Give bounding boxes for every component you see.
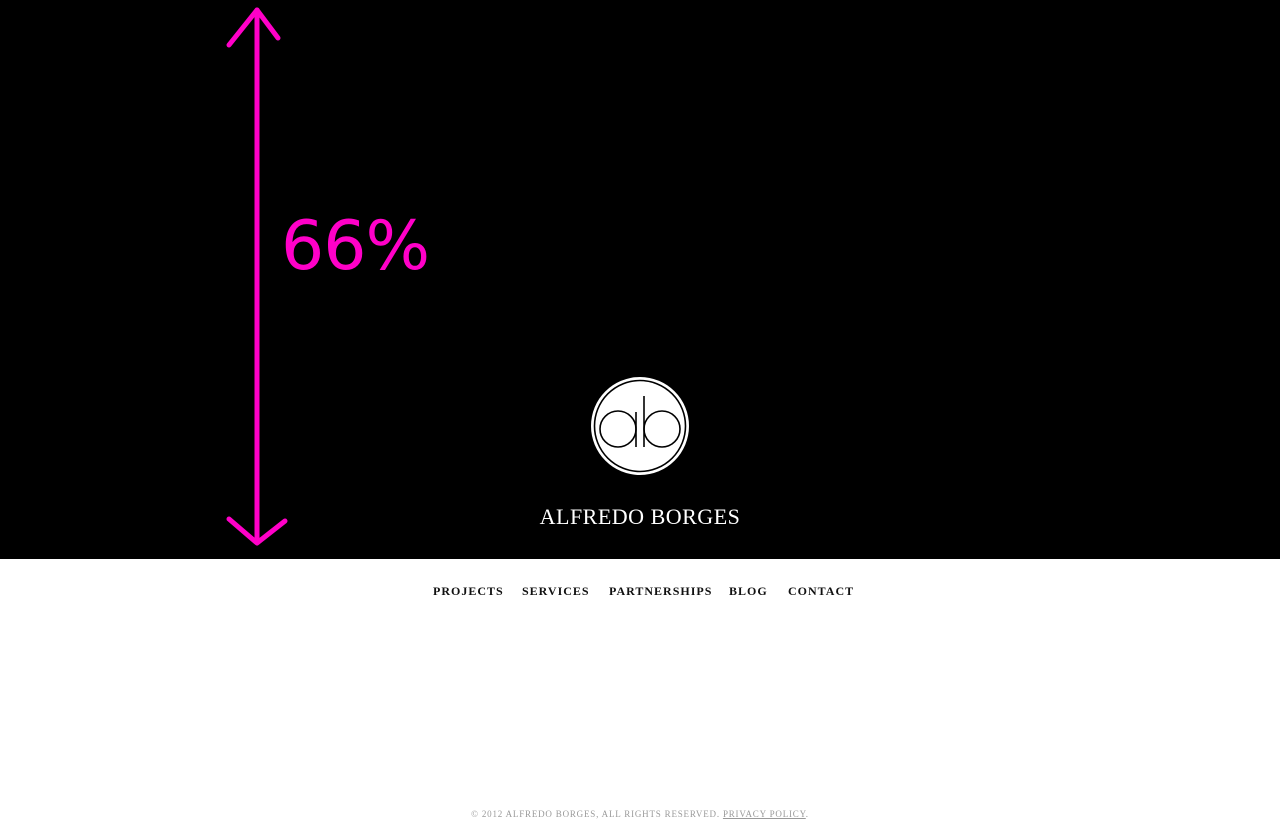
copyright-text: © 2012 ALFREDO BORGES, ALL RIGHTS RESERV… (471, 809, 720, 819)
height-percentage-label: 66% (281, 207, 430, 286)
nav-item-services[interactable]: SERVICES (522, 581, 590, 601)
ab-monogram-icon[interactable] (589, 376, 691, 476)
footer: © 2012 ALFREDO BORGES, ALL RIGHTS RESERV… (0, 806, 1280, 822)
brand-name: ALFREDO BORGES (539, 504, 741, 529)
nav-item-blog[interactable]: BLOG (729, 581, 768, 601)
nav-item-contact[interactable]: CONTACT (788, 581, 854, 601)
footer-end-punctuation: . (805, 809, 809, 819)
nav-item-partnerships[interactable]: PARTNERSHIPS (609, 581, 712, 601)
main-navigation: PROJECTS SERVICES PARTNERSHIPS BLOG CONT… (0, 581, 1280, 601)
privacy-policy-link[interactable]: PRIVACY POLICY (723, 809, 806, 819)
nav-item-projects[interactable]: PROJECTS (433, 581, 504, 601)
